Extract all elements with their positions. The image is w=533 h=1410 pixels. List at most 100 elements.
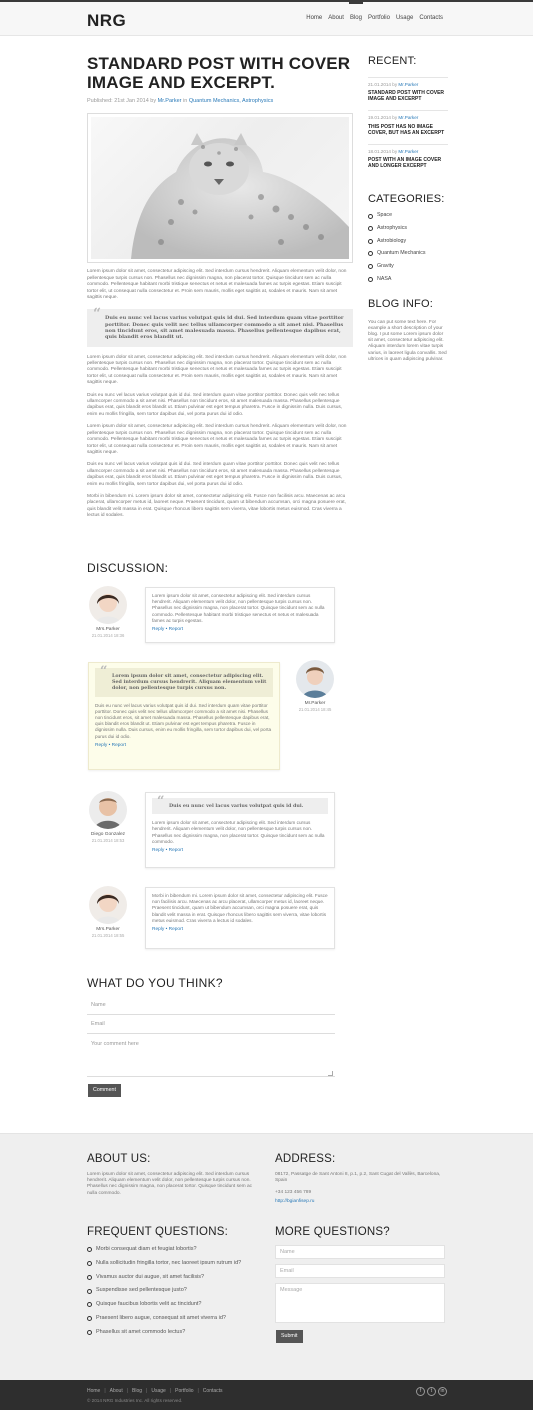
report-link[interactable]: Report xyxy=(169,848,183,853)
category-item[interactable]: Space xyxy=(368,212,448,219)
sidebar: RECENT: 21.01.2014 by Mr.Parker STANDARD… xyxy=(368,54,448,363)
website-link[interactable]: http://bgianfisep.ru xyxy=(275,1199,314,1205)
post-paragraph: Duis eu nunc vel lacus varius volutpat q… xyxy=(87,392,343,417)
bottom-nav-contacts[interactable]: Contacts xyxy=(203,1388,223,1395)
comment-text: Morbi in bibendum mi. Lorem ipsum dolor … xyxy=(152,893,328,923)
faq-item[interactable]: Phasellus sit amet commodo lectus? xyxy=(87,1329,241,1336)
reply-link[interactable]: Reply xyxy=(152,927,164,932)
category-item[interactable]: Quantum Mechanics xyxy=(368,250,448,257)
about-text: Lorem ipsum dolor sit amet, consectetur … xyxy=(87,1172,253,1196)
bottom-nav-blog[interactable]: Blog xyxy=(132,1388,142,1395)
faq-item[interactable]: Suspendisse sed pellentesque justo? xyxy=(87,1287,241,1294)
post-author-link[interactable]: Mr.Parker xyxy=(158,98,182,104)
report-link[interactable]: Report xyxy=(169,927,183,932)
circle-bullet-icon xyxy=(87,1330,92,1336)
circle-bullet-icon xyxy=(368,213,373,219)
comment-actions: Reply • Report xyxy=(95,742,127,748)
comment-textarea[interactable]: Your comment here xyxy=(87,1041,335,1077)
circle-bullet-icon xyxy=(87,1288,92,1294)
faq-label: Phasellus sit amet commodo lectus? xyxy=(96,1328,186,1335)
post-paragraph: Duis eu nunc vel lacus varius volutpat q… xyxy=(87,462,343,487)
twitter-icon[interactable]: t xyxy=(427,1387,436,1396)
quote-icon: “ xyxy=(157,794,165,809)
footer-name-field[interactable]: Name xyxy=(275,1245,445,1259)
bottom-nav-about[interactable]: About xyxy=(110,1388,123,1395)
faq-item[interactable]: Morbi consequat diam et feugiat lobortis… xyxy=(87,1246,241,1253)
linkedin-icon[interactable]: in xyxy=(438,1387,447,1396)
nav-portfolio[interactable]: Portfolio xyxy=(368,14,390,22)
category-label: Space xyxy=(377,212,393,219)
post-categories-link[interactable]: Quantum Mechanics, Astrophysics xyxy=(189,98,273,104)
recent-post-title[interactable]: STANDARD POST WITH COVER IMAGE AND EXCER… xyxy=(368,90,448,102)
categories-heading: CATEGORIES: xyxy=(368,192,445,205)
footer-email-field[interactable]: Email xyxy=(275,1264,445,1278)
nav-home[interactable]: Home xyxy=(306,14,322,22)
comment-date: 21.01.2014 18:36 xyxy=(91,633,125,639)
recent-post-title[interactable]: THIS POST HAS NO IMAGE COVER, BUT HAS AN… xyxy=(368,124,448,136)
reply-link[interactable]: Reply xyxy=(152,627,164,632)
recent-post-item[interactable]: 18.01.2014 by Mr.Parker POST WITH AN IMA… xyxy=(368,144,448,170)
nav-usage[interactable]: Usage xyxy=(396,14,413,22)
post-title: STANDARD POST WITH COVER IMAGE AND EXCER… xyxy=(87,54,351,92)
bottom-nav-portfolio[interactable]: Portfolio xyxy=(175,1388,193,1395)
footer-message-field[interactable]: Message xyxy=(275,1283,445,1323)
comment-box: Lorem ipsum dolor sit amet, consectetur … xyxy=(145,587,335,643)
categories-list: Space Astrophysics Astrobiology Quantum … xyxy=(368,212,448,282)
blog-info-heading: BLOG INFO: xyxy=(368,297,433,310)
phone-text: +34 123 456 789 xyxy=(275,1190,312,1195)
category-label: Quantum Mechanics xyxy=(377,250,426,257)
circle-bullet-icon xyxy=(87,1316,92,1322)
avatar xyxy=(89,586,127,624)
recent-post-author[interactable]: Mr.Parker xyxy=(398,149,418,154)
more-questions-heading: MORE QUESTIONS? xyxy=(275,1226,390,1238)
faq-label: Praesent libero augue, consequat sit ame… xyxy=(96,1315,226,1322)
recent-post-title[interactable]: POST WITH AN IMAGE COVER AND LONGER EXCE… xyxy=(368,157,448,169)
comment-author: Diego Gonzalez 21.01.2014 18:53 xyxy=(86,791,130,844)
category-label: Astrophysics xyxy=(377,225,408,232)
faq-list: Morbi consequat diam et feugiat lobortis… xyxy=(87,1246,241,1343)
textarea-resize-handle[interactable] xyxy=(328,1071,333,1076)
report-link[interactable]: Report xyxy=(112,743,126,748)
comment-quote: “ Duis eu nunc vel lacus varius volutpat … xyxy=(152,794,328,815)
recent-post-date: 21.01.2014 by xyxy=(368,81,399,87)
category-item[interactable]: Gravity xyxy=(368,263,448,270)
reply-link[interactable]: Reply xyxy=(152,848,164,853)
name-field[interactable]: Name xyxy=(87,1002,335,1015)
email-field[interactable]: Email xyxy=(87,1021,335,1034)
post-paragraph: Lorem ipsum dolor sit amet, consectetur … xyxy=(87,269,347,301)
comment-submit-button[interactable]: Comment xyxy=(88,1084,121,1098)
nav-blog[interactable]: Blog xyxy=(348,1,363,22)
footer-submit-button[interactable]: Submit xyxy=(276,1330,303,1344)
reply-link[interactable]: Reply xyxy=(95,743,107,748)
post-quote-text: Duis eu nunc vel lacus varius volutpat q… xyxy=(105,315,344,341)
post-meta-prefix: Published: 21st Jan 2014 by xyxy=(87,98,158,104)
category-label: Astrobiology xyxy=(377,237,407,244)
faq-item[interactable]: Quisque faucibus lobortis velit ac tinci… xyxy=(87,1301,241,1308)
bottom-nav-home[interactable]: Home xyxy=(87,1388,100,1395)
site-logo[interactable]: NRG xyxy=(87,10,126,33)
bottom-nav-usage[interactable]: Usage xyxy=(151,1388,165,1395)
quote-icon: “ xyxy=(100,664,108,679)
circle-bullet-icon xyxy=(368,276,373,282)
category-item[interactable]: Astrobiology xyxy=(368,238,448,245)
comment-date: 21.01.2014 18:45 xyxy=(298,707,332,713)
bottom-bar: Home | About | Blog | Usage | Portfolio | Con… xyxy=(0,1380,533,1410)
category-item[interactable]: NASA xyxy=(368,276,448,283)
faq-label: Vivamus auctor dui augue, sit amet facil… xyxy=(96,1273,205,1280)
faq-item[interactable]: Vivamus auctor dui augue, sit amet facil… xyxy=(87,1274,241,1281)
bottom-nav: Home | About | Blog | Usage | Portfolio | Con… xyxy=(87,1388,223,1395)
post-cover-image xyxy=(87,113,353,264)
faq-item[interactable]: Praesent libero augue, consequat sit ame… xyxy=(87,1315,241,1322)
faq-item[interactable]: Nulla sollicitudin fringilla tortor, nec… xyxy=(87,1260,241,1267)
report-link[interactable]: Report xyxy=(169,627,183,632)
nav-contacts[interactable]: Contacts xyxy=(419,14,443,22)
nav-about[interactable]: About xyxy=(328,14,344,22)
recent-post-item[interactable]: 21.01.2014 by Mr.Parker STANDARD POST WI… xyxy=(368,76,448,103)
discussion-heading: DISCUSSION: xyxy=(87,561,169,575)
post-article: STANDARD POST WITH COVER IMAGE AND EXCER… xyxy=(87,54,353,520)
recent-post-author[interactable]: Mr.Parker xyxy=(398,82,418,87)
category-item[interactable]: Astrophysics xyxy=(368,225,448,232)
recent-post-item[interactable]: 19.01.2014 by Mr.Parker THIS POST HAS NO… xyxy=(368,110,448,136)
facebook-icon[interactable]: f xyxy=(416,1387,425,1396)
recent-post-author[interactable]: Mr.Parker xyxy=(398,115,418,120)
